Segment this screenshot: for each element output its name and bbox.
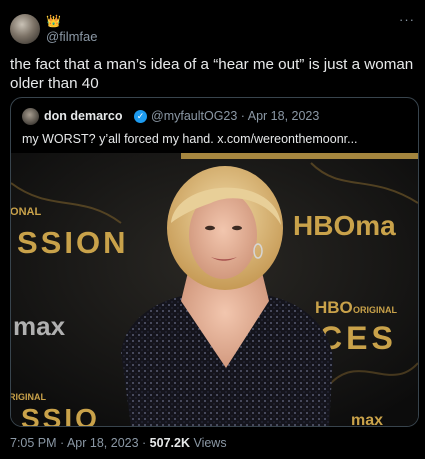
quoted-display-name[interactable]: don demarco — [44, 109, 123, 123]
views-label: Views — [189, 436, 227, 450]
backdrop-text-left-upper: IONAL — [11, 206, 42, 218]
backdrop-text-right-hbo: HBO — [315, 298, 353, 317]
timestamp[interactable]: 7:05 PM · Apr 18, 2023 · — [10, 436, 150, 450]
quoted-tweet-text: my WORST? y’all forced my hand. x.com/we… — [22, 132, 358, 146]
tweet-header: 👑 @filmfae ··· — [10, 12, 415, 46]
tweet-footer: 7:05 PM · Apr 18, 2023 · 507.2K Views — [10, 436, 227, 450]
quoted-tweet[interactable]: don demarco ✓ @myfaultOG23 · Apr 18, 202… — [10, 97, 419, 427]
views-count: 507.2K — [149, 436, 190, 450]
backdrop-text-right-bottom: max — [351, 412, 383, 426]
media-image[interactable]: IONAL SSION max RIGINAL SSIO HBOma HBO O… — [11, 153, 418, 426]
user-handle[interactable]: @filmfae — [46, 29, 98, 44]
backdrop-text-right-mid: HBOma — [293, 210, 396, 241]
backdrop-text-right-original: ORIGINAL — [353, 305, 398, 315]
quoted-avatar[interactable] — [22, 108, 39, 125]
tweet-text: the fact that a man’s idea of a “hear me… — [10, 56, 414, 92]
backdrop-text-left-lower: max — [13, 311, 66, 341]
backdrop-text-left-bottom: SSIO — [21, 403, 100, 426]
backdrop-text-left-mid: SSION — [17, 225, 128, 260]
more-options-icon[interactable]: ··· — [399, 13, 415, 26]
quoted-tweet-header: don demarco ✓ @myfaultOG23 · Apr 18, 202… — [22, 108, 408, 126]
quoted-meta: @myfaultOG23 · Apr 18, 2023 — [151, 109, 320, 123]
avatar[interactable] — [10, 14, 40, 44]
display-name-emoji[interactable]: 👑 — [46, 14, 61, 28]
verified-badge-icon: ✓ — [134, 110, 147, 123]
backdrop-text-left-bottom-small: RIGINAL — [11, 392, 47, 402]
photo-illustration: IONAL SSION max RIGINAL SSIO HBOma HBO O… — [11, 153, 418, 426]
